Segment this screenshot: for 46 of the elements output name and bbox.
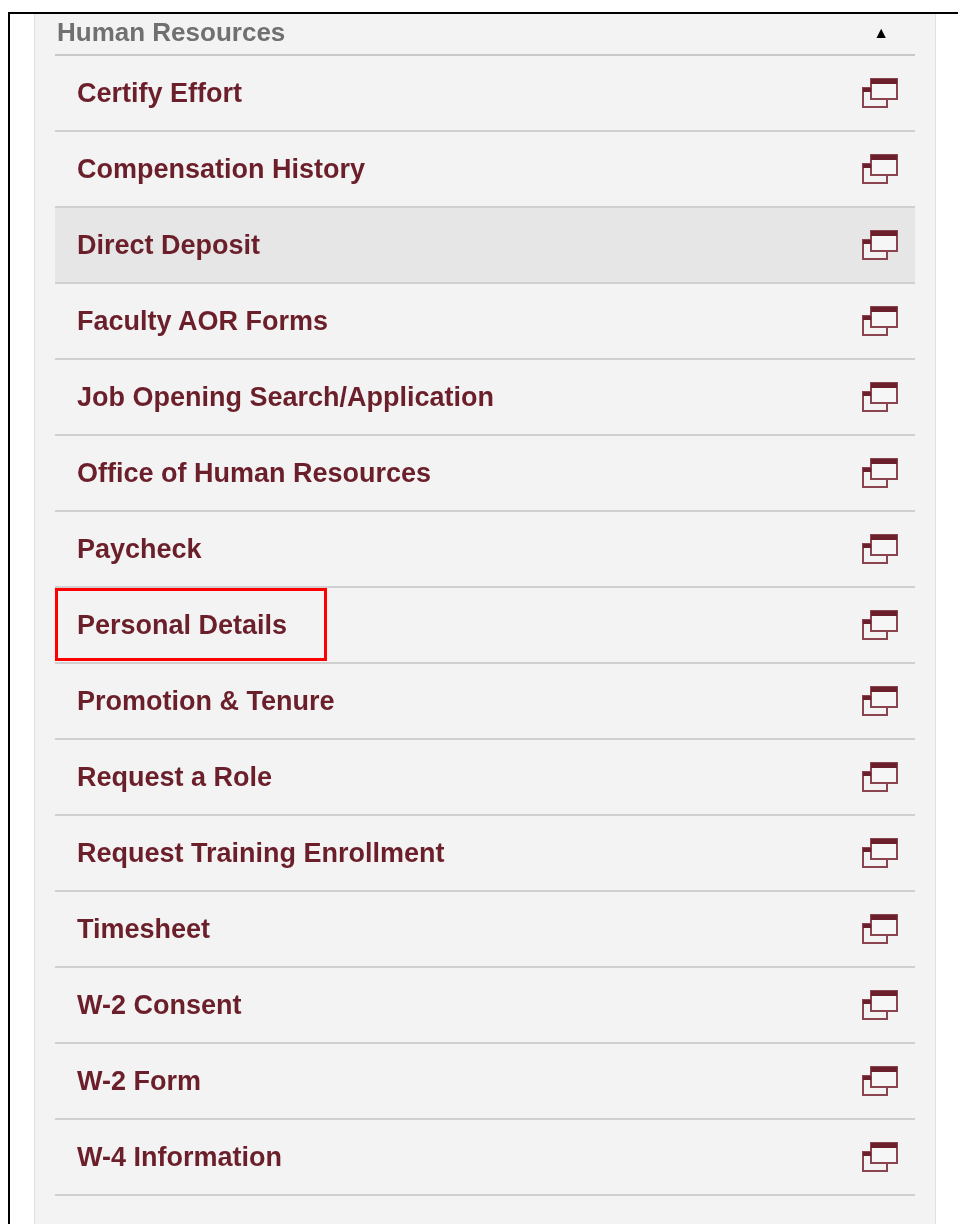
new-window-icon <box>861 913 899 945</box>
menu-item-label: Paycheck <box>77 532 202 566</box>
menu-item[interactable]: Promotion & Tenure <box>55 664 915 740</box>
menu-item-label: W-4 Information <box>77 1140 282 1174</box>
new-window-icon <box>861 229 899 261</box>
menu-item[interactable]: Paycheck <box>55 512 915 588</box>
menu-item[interactable]: Faculty AOR Forms <box>55 284 915 360</box>
new-window-icon <box>861 1065 899 1097</box>
menu-item-label: Personal Details <box>77 608 288 642</box>
menu-item-label: Certify Effort <box>77 76 242 110</box>
menu-item-label: Office of Human Resources <box>77 456 432 490</box>
menu-item-label: Compensation History <box>77 152 366 186</box>
section-title: Human Resources <box>57 18 286 46</box>
new-window-icon <box>861 609 899 641</box>
menu-item-label: Promotion & Tenure <box>77 684 335 718</box>
menu-item[interactable]: Request Training Enrollment <box>55 816 915 892</box>
new-window-icon <box>861 761 899 793</box>
new-window-icon <box>861 989 899 1021</box>
menu-item[interactable]: W-4 Information <box>55 1120 915 1196</box>
menu-item-label: W-2 Consent <box>77 988 242 1022</box>
new-window-icon <box>861 685 899 717</box>
new-window-icon <box>861 1141 899 1173</box>
menu-item[interactable]: W-2 Form <box>55 1044 915 1120</box>
new-window-icon <box>861 381 899 413</box>
menu-item-label: W-2 Form <box>77 1064 201 1098</box>
new-window-icon <box>861 837 899 869</box>
menu-item-label: Request Training Enrollment <box>77 836 445 870</box>
new-window-icon <box>861 153 899 185</box>
menu-item-label: Timesheet <box>77 912 211 946</box>
new-window-icon <box>861 305 899 337</box>
menu-item[interactable]: Personal Details <box>55 588 915 664</box>
menu-item-label: Request a Role <box>77 760 273 794</box>
menu-item[interactable]: W-2 Consent <box>55 968 915 1044</box>
menu-item-label: Job Opening Search/Application <box>77 380 495 414</box>
new-window-icon <box>861 457 899 489</box>
menu-item[interactable]: Office of Human Resources <box>55 436 915 512</box>
collapse-toggle[interactable]: ▲ <box>873 24 889 42</box>
menu-item[interactable]: Direct Deposit <box>55 208 915 284</box>
menu-item[interactable]: Job Opening Search/Application <box>55 360 915 436</box>
new-window-icon <box>861 533 899 565</box>
menu-item[interactable]: Certify Effort <box>55 56 915 132</box>
menu-item[interactable]: Timesheet <box>55 892 915 968</box>
menu-item-label: Faculty AOR Forms <box>77 304 329 338</box>
menu-item-label: Direct Deposit <box>77 228 261 262</box>
new-window-icon <box>861 77 899 109</box>
menu-item[interactable]: Request a Role <box>55 740 915 816</box>
